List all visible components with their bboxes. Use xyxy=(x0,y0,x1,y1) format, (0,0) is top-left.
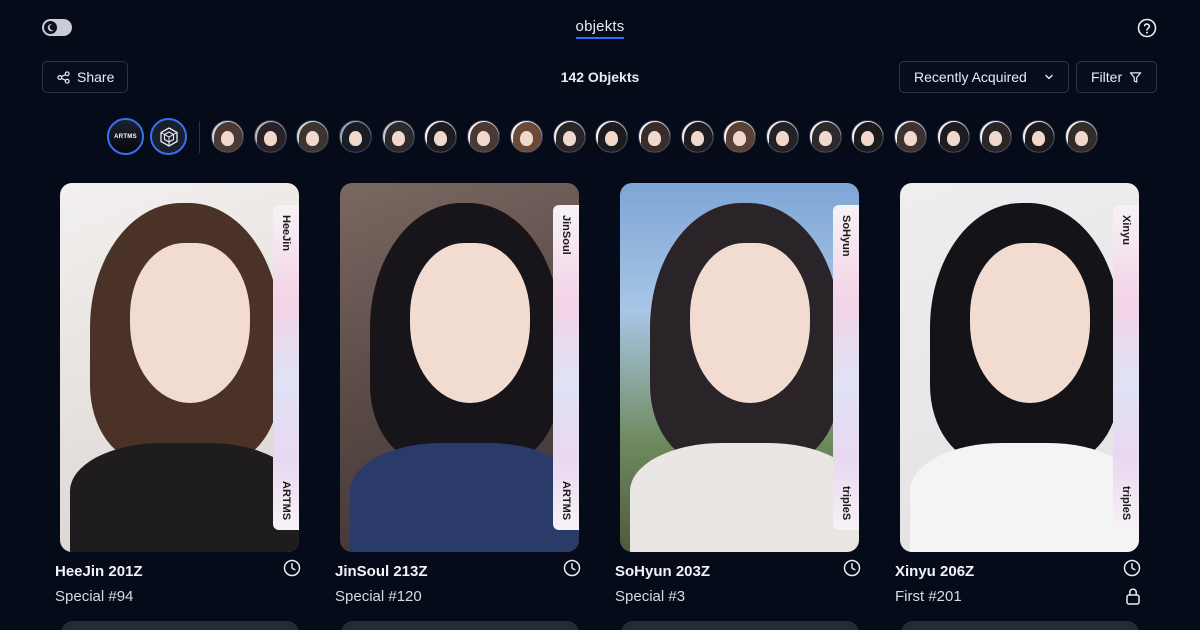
member-avatar[interactable] xyxy=(936,120,970,153)
strip-group-name: tripleS xyxy=(1120,485,1132,520)
member-avatar[interactable] xyxy=(339,120,373,153)
card-side-strip: JinSoul ARTMS xyxy=(553,205,579,530)
objekt-photo[interactable]: SoHyun tripleS xyxy=(620,183,859,552)
clock-icon xyxy=(1123,559,1141,577)
filter-label: Filter xyxy=(1091,69,1123,85)
member-avatar[interactable] xyxy=(723,120,757,153)
objekts-page: objekts Share 142 Objekts Recently Acqui… xyxy=(0,0,1200,630)
filter-icon xyxy=(1129,71,1142,83)
member-avatar[interactable] xyxy=(894,120,927,153)
help-icon[interactable] xyxy=(1137,18,1157,38)
card-collection: First #201 xyxy=(895,588,962,605)
member-avatar[interactable] xyxy=(637,120,671,153)
card-serial: SoHyun 203Z xyxy=(615,563,711,580)
member-avatar[interactable] xyxy=(808,120,842,153)
strip-group-name: ARTMS xyxy=(560,480,572,520)
objekt-card[interactable]: Xinyu tripleS Xinyu 206Z First #201 xyxy=(895,183,1141,605)
card-side-strip: SoHyun tripleS xyxy=(833,205,859,530)
strip-member-name: JinSoul xyxy=(560,215,572,255)
nav-title: objekts xyxy=(0,18,1200,39)
clock-icon xyxy=(843,559,861,577)
group-filter-artms[interactable]: ARTMS xyxy=(107,118,144,155)
clock-icon xyxy=(563,559,581,577)
member-avatar[interactable] xyxy=(979,120,1013,153)
member-filter-row: ARTMS xyxy=(107,118,1107,155)
member-avatar[interactable] xyxy=(211,120,244,153)
member-avatar[interactable] xyxy=(296,120,330,153)
triples-logo-icon xyxy=(159,126,178,147)
sort-select[interactable]: Recently Acquired xyxy=(899,61,1069,93)
sort-label: Recently Acquired xyxy=(914,69,1027,85)
member-avatar[interactable] xyxy=(765,120,799,153)
objekt-card-partial[interactable] xyxy=(901,621,1139,630)
objekt-photo[interactable]: JinSoul ARTMS xyxy=(340,183,579,552)
member-avatar[interactable] xyxy=(381,120,415,153)
strip-member-name: Xinyu xyxy=(1120,215,1132,245)
strip-group-name: tripleS xyxy=(840,485,852,520)
member-avatar[interactable] xyxy=(253,120,287,153)
member-avatar[interactable] xyxy=(509,120,543,153)
member-avatar[interactable] xyxy=(424,120,458,153)
strip-group-name: ARTMS xyxy=(280,480,292,520)
member-avatar[interactable] xyxy=(851,120,885,153)
objekt-card[interactable]: SoHyun tripleS SoHyun 203Z Special #3 xyxy=(615,183,861,605)
member-avatar[interactable] xyxy=(552,120,586,153)
objekt-photo[interactable]: HeeJin ARTMS xyxy=(60,183,299,552)
card-side-strip: Xinyu tripleS xyxy=(1113,205,1139,530)
artms-logo: ARTMS xyxy=(114,133,137,140)
group-filter-triples[interactable] xyxy=(150,118,187,155)
objekt-card-partial[interactable] xyxy=(341,621,579,630)
clock-icon xyxy=(283,559,301,577)
objekt-card-partial[interactable] xyxy=(621,621,859,630)
chevron-down-icon xyxy=(1045,74,1053,80)
member-avatar[interactable] xyxy=(680,120,714,153)
card-collection: Special #94 xyxy=(55,588,134,605)
objekt-card[interactable]: JinSoul ARTMS JinSoul 213Z Special #120 xyxy=(335,183,581,605)
member-avatar[interactable] xyxy=(1022,120,1056,153)
card-collection: Special #3 xyxy=(615,588,686,605)
card-collection: Special #120 xyxy=(335,588,422,605)
tab-objekts[interactable]: objekts xyxy=(575,18,625,39)
objekt-card-partial[interactable] xyxy=(61,621,299,630)
card-side-strip: HeeJin ARTMS xyxy=(273,205,299,530)
card-serial: Xinyu 206Z xyxy=(895,563,975,580)
filter-button[interactable]: Filter xyxy=(1076,61,1157,93)
strip-member-name: SoHyun xyxy=(840,215,852,257)
member-avatar[interactable] xyxy=(467,120,501,153)
card-serial: HeeJin 201Z xyxy=(55,563,143,580)
member-avatar[interactable] xyxy=(1064,120,1098,153)
card-serial: JinSoul 213Z xyxy=(335,563,428,580)
objekt-photo[interactable]: Xinyu tripleS xyxy=(900,183,1139,552)
strip-member-name: HeeJin xyxy=(280,215,292,252)
lock-icon xyxy=(1126,588,1140,605)
member-avatar[interactable] xyxy=(595,120,629,153)
objekt-card[interactable]: HeeJin ARTMS HeeJin 201Z Special #94 xyxy=(55,183,301,605)
avatar-divider xyxy=(199,120,200,153)
